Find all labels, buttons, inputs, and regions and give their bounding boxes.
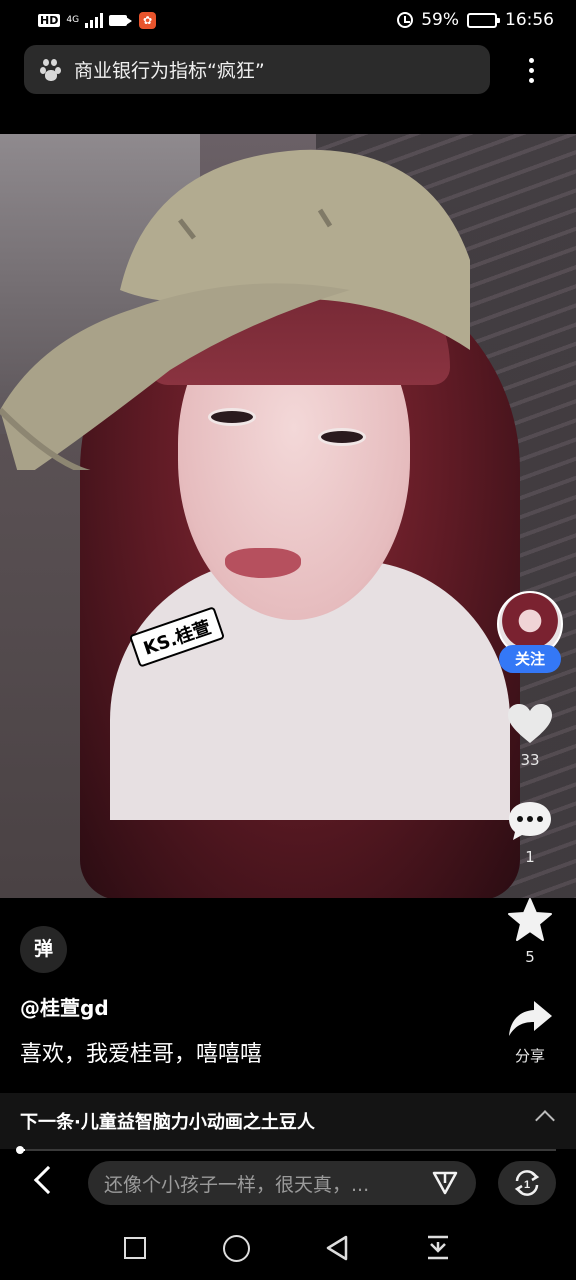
comment-bubble-icon — [509, 802, 551, 840]
nav-back-icon[interactable] — [324, 1234, 350, 1262]
video-progress-handle[interactable] — [16, 1146, 24, 1154]
video-player[interactable]: KS.桂萱 — [0, 134, 576, 898]
svg-text:1: 1 — [524, 1179, 530, 1191]
video-progress-track[interactable] — [20, 1149, 556, 1151]
video-call-icon — [109, 14, 133, 26]
clock: 16:56 — [505, 10, 554, 30]
system-nav-bar — [0, 1216, 576, 1280]
comment-button[interactable]: 1 — [500, 800, 560, 866]
app-notification-icon: ✿ — [139, 11, 157, 29]
share-button[interactable]: 分享 — [500, 999, 560, 1066]
search-query: 商业银行为指标“疯狂” — [74, 60, 265, 82]
next-video-bar[interactable]: 下一条·儿童益智脑力小动画之土豆人 — [0, 1093, 576, 1149]
send-triangle-icon[interactable] — [432, 1171, 458, 1195]
battery-icon — [467, 12, 500, 28]
danmaku-toggle-button[interactable]: 弹 — [20, 926, 67, 973]
favorite-button[interactable]: 5 — [500, 898, 560, 966]
dot-icon — [528, 57, 534, 63]
video-figure-lips — [225, 548, 301, 578]
like-count: 33 — [520, 751, 540, 769]
switch-video-button[interactable]: 1 — [498, 1161, 556, 1205]
back-icon[interactable] — [33, 1165, 63, 1195]
video-caption: 喜欢，我爱桂哥，嘻嘻嘻 — [20, 1042, 263, 1067]
chevron-up-icon[interactable] — [535, 1110, 555, 1130]
signal-icon — [85, 12, 104, 28]
home-icon[interactable] — [223, 1235, 250, 1262]
dot-icon — [528, 77, 534, 83]
refresh-cycle-icon: 1 — [514, 1170, 540, 1196]
battery-percent: 59% — [421, 10, 459, 30]
heart-icon — [508, 704, 552, 743]
video-figure-cap — [0, 149, 470, 470]
notification-pull-icon[interactable] — [426, 1234, 450, 1262]
next-video-title: 下一条·儿童益智脑力小动画之土豆人 — [20, 1112, 315, 1133]
more-options-button[interactable] — [516, 50, 546, 90]
comment-placeholder: 还像个小孩子一样，很天真，... — [104, 1173, 370, 1196]
comment-count: 1 — [525, 848, 535, 866]
recents-icon[interactable] — [124, 1237, 146, 1259]
status-right: 59% 16:56 — [397, 10, 554, 30]
network-type: 4G — [66, 14, 80, 25]
hd-badge: HD — [38, 13, 61, 27]
comment-input[interactable]: 还像个小孩子一样，很天真，... — [88, 1161, 476, 1205]
alarm-icon — [397, 12, 414, 28]
dot-icon — [528, 67, 534, 73]
author-name[interactable]: @桂萱gd — [20, 992, 109, 1021]
like-button[interactable]: 33 — [500, 703, 560, 769]
share-label: 分享 — [514, 1047, 545, 1065]
follow-button[interactable]: 关注 — [499, 645, 561, 673]
paw-icon — [40, 58, 64, 82]
status-left: HD 4G ✿ — [38, 11, 157, 29]
search-bar[interactable]: 商业银行为指标“疯狂” — [24, 45, 490, 94]
star-icon — [508, 898, 552, 941]
share-arrow-icon — [509, 1001, 552, 1036]
favorite-count: 5 — [525, 948, 535, 966]
status-bar: HD 4G ✿ 59% 16:56 — [0, 0, 576, 40]
